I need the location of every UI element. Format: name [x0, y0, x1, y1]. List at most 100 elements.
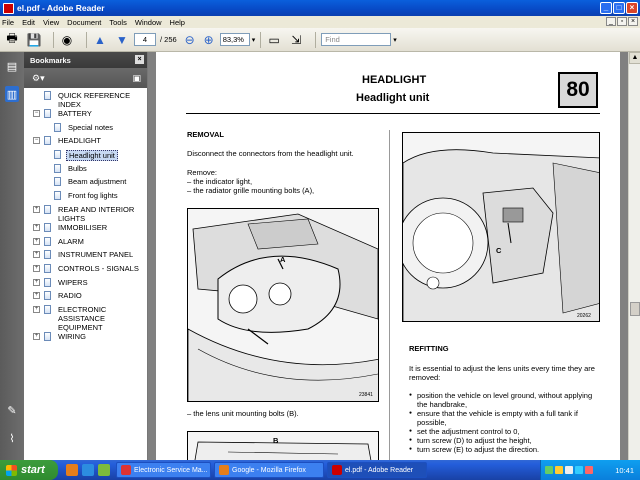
close-panel-icon[interactable]: ×: [135, 55, 144, 64]
collaborate-icon[interactable]: ◉: [59, 32, 75, 48]
bookmark-page-icon: [44, 304, 51, 314]
bookmark-item[interactable]: Headlight unit: [24, 150, 147, 164]
bookmark-item[interactable]: QUICK REFERENCE INDEX: [24, 91, 147, 109]
collapse-icon[interactable]: −: [33, 110, 40, 117]
new-bookmark-icon[interactable]: ▣: [132, 73, 141, 84]
bookmark-item[interactable]: + CONTROLS - SIGNALS: [24, 263, 147, 278]
fit-width-icon[interactable]: ⇲: [288, 32, 304, 48]
menu-window[interactable]: Window: [135, 18, 162, 27]
refitting-step: position the vehicle on level ground, wi…: [409, 391, 603, 409]
ie-icon[interactable]: [82, 464, 94, 476]
menu-document[interactable]: Document: [67, 18, 101, 27]
figure-radiator-grille: A 23841: [187, 208, 379, 402]
bookmark-item[interactable]: + WIRING: [24, 331, 147, 346]
fit-page-icon[interactable]: ▭: [266, 32, 282, 48]
scroll-up-icon[interactable]: ▲: [629, 52, 640, 64]
figure-number: 23841: [359, 392, 373, 398]
print-icon[interactable]: 🖶: [4, 31, 20, 48]
tray-icon[interactable]: [575, 466, 583, 474]
expand-icon[interactable]: +: [33, 251, 40, 259]
comments-icon[interactable]: ✎: [5, 402, 19, 418]
collapse-icon[interactable]: −: [33, 137, 40, 145]
expand-icon[interactable]: +: [33, 264, 40, 272]
zoom-out-icon[interactable]: ⊖: [182, 32, 198, 48]
firefox-icon[interactable]: [66, 464, 78, 476]
bookmark-item[interactable]: − HEADLIGHT: [24, 136, 147, 150]
find-input[interactable]: Find: [321, 33, 392, 46]
bookmarks-icon[interactable]: ▥: [5, 86, 19, 102]
vertical-scrollbar[interactable]: ▲: [628, 52, 640, 460]
expand-icon[interactable]: +: [33, 205, 40, 213]
scroll-thumb[interactable]: [630, 302, 640, 316]
title-bar[interactable]: el.pdf - Adobe Reader _ □ ×: [0, 0, 640, 16]
bookmark-item[interactable]: Beam adjustment: [24, 177, 147, 191]
options-gear-icon[interactable]: ⚙▾: [32, 73, 45, 84]
bookmark-page-icon: [44, 109, 51, 118]
show-desktop-icon[interactable]: [98, 464, 110, 476]
menu-view[interactable]: View: [43, 18, 59, 27]
bookmark-item[interactable]: − BATTERY: [24, 109, 147, 123]
close-button[interactable]: ×: [626, 2, 638, 14]
zoom-level-input[interactable]: 83,3%: [219, 33, 250, 46]
tray-icon[interactable]: [545, 466, 553, 474]
document-view[interactable]: HEADLIGHT Headlight unit 80 REMOVAL Disc…: [148, 52, 628, 460]
minimize-button[interactable]: _: [600, 2, 612, 14]
expand-icon[interactable]: +: [33, 237, 40, 245]
tray-icon[interactable]: [585, 466, 593, 474]
screen: el.pdf - Adobe Reader _ □ × File Edit Vi…: [0, 0, 640, 480]
bookmark-item[interactable]: + RADIO: [24, 291, 147, 305]
expand-icon[interactable]: +: [33, 332, 40, 340]
bookmark-label: WIRING: [58, 331, 86, 341]
tray-icon[interactable]: [555, 466, 563, 474]
tray-icon[interactable]: [565, 466, 573, 474]
menu-help[interactable]: Help: [170, 18, 185, 27]
taskbar-item-reader[interactable]: el.pdf - Adobe Reader: [327, 462, 427, 478]
bookmark-label: Headlight unit: [66, 150, 118, 162]
expand-icon[interactable]: +: [33, 223, 40, 231]
windows-logo-icon: [6, 464, 17, 476]
bookmark-label: QUICK REFERENCE INDEX: [58, 91, 131, 109]
page-heading: HEADLIGHT: [362, 74, 427, 86]
zoom-in-icon[interactable]: ⊕: [201, 32, 217, 48]
previous-page-icon[interactable]: ▲: [92, 32, 108, 48]
page-number-input[interactable]: 4: [134, 33, 156, 46]
menu-edit[interactable]: Edit: [22, 18, 35, 27]
menu-file[interactable]: File: [2, 18, 14, 27]
bookmark-item[interactable]: Front fog lights: [24, 191, 147, 205]
start-button[interactable]: start: [0, 460, 58, 480]
bookmark-item[interactable]: Bulbs: [24, 163, 147, 178]
maximize-button[interactable]: □: [613, 2, 625, 14]
expand-icon[interactable]: +: [33, 292, 40, 300]
window-controls: _ □ ×: [600, 2, 638, 14]
bookmark-item[interactable]: + ALARM: [24, 236, 147, 251]
bookmark-label: ELECTRONIC ASSISTANCE EQUIPMENT: [58, 304, 107, 332]
bookmark-label: HEADLIGHT: [58, 136, 101, 146]
bookmark-item[interactable]: + IMMOBILISER: [24, 222, 147, 237]
expand-icon[interactable]: +: [33, 278, 40, 286]
taskbar: start Electronic Service Ma... Google - …: [0, 460, 640, 480]
next-page-icon[interactable]: ▼: [114, 32, 130, 48]
menu-tools[interactable]: Tools: [109, 18, 127, 27]
bookmark-page-icon: [54, 150, 61, 160]
system-tray: 10:41: [540, 460, 640, 480]
find-dropdown-icon[interactable]: ▾: [393, 36, 397, 44]
pages-icon[interactable]: ▤: [5, 58, 19, 74]
bookmark-item[interactable]: + INSTRUMENT PANEL: [24, 250, 147, 264]
save-icon[interactable]: 💾: [26, 32, 42, 48]
bookmark-item[interactable]: Special notes: [24, 122, 147, 137]
bookmarks-header: Bookmarks ×: [24, 52, 147, 68]
attachments-icon[interactable]: ⌇: [5, 430, 19, 446]
doc-minimize-button[interactable]: _: [606, 17, 616, 26]
doc-close-button[interactable]: ×: [628, 17, 638, 26]
bookmark-item[interactable]: + ELECTRONIC ASSISTANCE EQUIPMENT: [24, 304, 147, 332]
zoom-dropdown-icon[interactable]: ▾: [252, 36, 256, 44]
bookmark-item[interactable]: + REAR AND INTERIOR LIGHTS: [24, 204, 147, 223]
bookmark-item[interactable]: + WIPERS: [24, 277, 147, 292]
figure-headlight-connector: C 20262: [402, 132, 600, 322]
expand-icon[interactable]: +: [33, 305, 40, 313]
taskbar-item-firefox[interactable]: Google - Mozilla Firefox: [214, 462, 324, 478]
doc-restore-button[interactable]: ▫: [617, 17, 627, 26]
taskbar-item-esm[interactable]: Electronic Service Ma...: [116, 462, 211, 478]
taskbar-item-label: Electronic Service Ma...: [134, 466, 208, 474]
